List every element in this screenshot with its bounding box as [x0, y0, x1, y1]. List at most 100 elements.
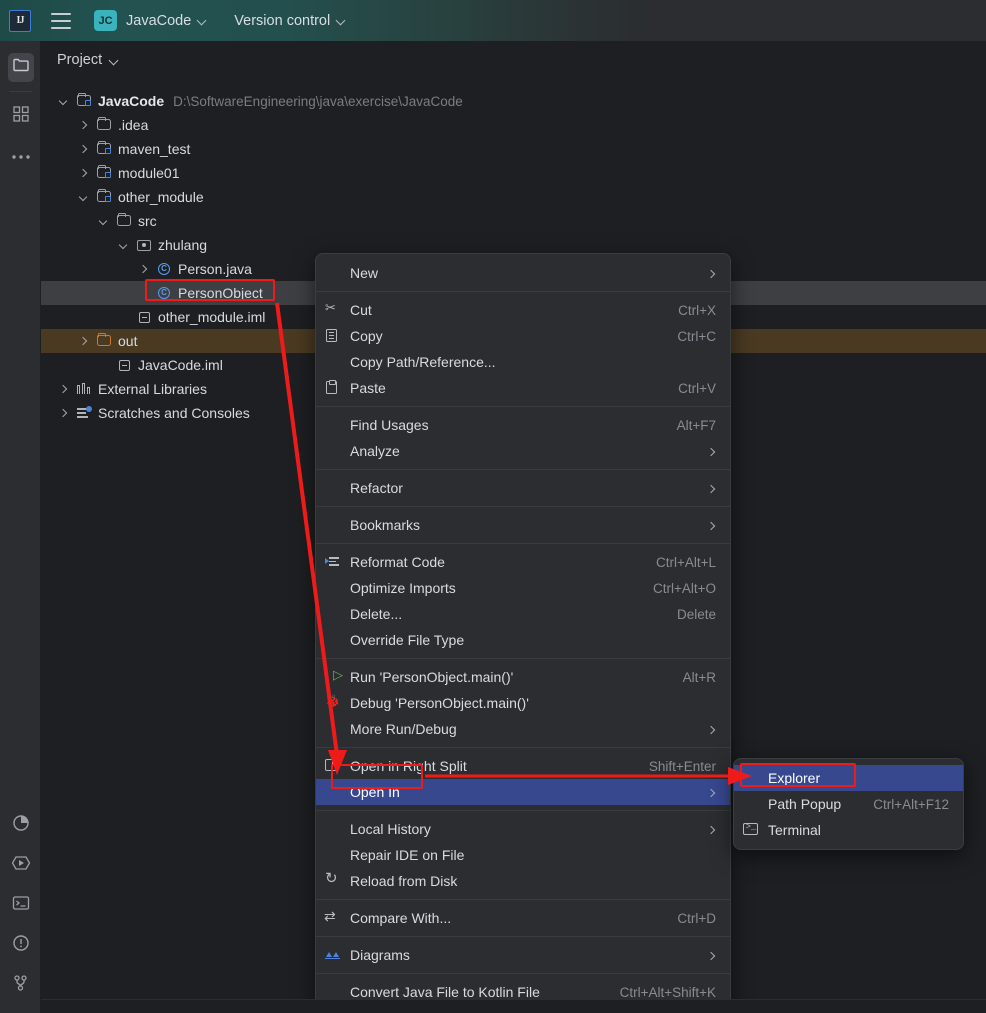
menu-item-label: Debug 'PersonObject.main()': [350, 695, 529, 711]
menu-item-more-run-debug[interactable]: More Run/Debug: [316, 716, 730, 742]
branch-icon: [12, 974, 30, 997]
sidebar-item-terminal[interactable]: [0, 885, 41, 925]
tree-row-label: PersonObject: [178, 285, 263, 301]
menu-item-bookmarks[interactable]: Bookmarks: [316, 512, 730, 538]
version-control-dropdown[interactable]: Version control: [234, 13, 346, 29]
project-name-dropdown[interactable]: JavaCode: [126, 13, 207, 29]
menu-item-shortcut: Alt+R: [682, 669, 716, 685]
tree-row-label: External Libraries: [98, 381, 207, 397]
menu-item-shortcut: Ctrl+Alt+Shift+K: [619, 984, 716, 1000]
menu-item-path-popup[interactable]: Path Popup Ctrl+Alt+F12: [734, 791, 963, 817]
tree-expand-arrow[interactable]: [97, 215, 110, 228]
tree-expand-arrow[interactable]: [77, 167, 90, 180]
menu-item-label: Compare With...: [350, 910, 452, 926]
menu-item-refactor[interactable]: Refactor: [316, 475, 730, 501]
menu-icon-none: [316, 604, 350, 624]
main-toolbar: IJ JC JavaCode Version control: [0, 0, 986, 41]
menu-item-open-in-right-split[interactable]: Open in Right Split Shift+Enter: [316, 753, 730, 779]
menu-icon-none: [316, 415, 350, 435]
tree-expand-arrow[interactable]: [77, 335, 90, 348]
panel-title-label: Project: [57, 52, 103, 68]
menu-item-optimize-imports[interactable]: Optimize Imports Ctrl+Alt+O: [316, 575, 730, 601]
module-folder-icon: [96, 140, 113, 157]
version-control-label: Version control: [234, 12, 331, 29]
menu-icon-none: [316, 578, 350, 598]
sidebar-item-project[interactable]: [0, 47, 41, 87]
terminal-icon: [12, 895, 30, 916]
tree-expand-arrow[interactable]: [57, 407, 70, 420]
sidebar-item-commit[interactable]: [0, 96, 41, 136]
chevron-down-icon: [198, 16, 207, 25]
sidebar-item-profiler[interactable]: [0, 805, 41, 845]
menu-item-debug-personobject-main[interactable]: Debug 'PersonObject.main()': [316, 690, 730, 716]
menu-item-label: Bookmarks: [350, 517, 421, 533]
tree-row-src[interactable]: src: [41, 209, 986, 233]
menu-item-shortcut: Ctrl+V: [678, 380, 716, 396]
menu-item-analyze[interactable]: Analyze: [316, 438, 730, 464]
sidebar-item-more[interactable]: [0, 136, 41, 176]
menu-item-delete[interactable]: Delete... Delete: [316, 601, 730, 627]
tree-row-other-module[interactable]: other_module: [41, 185, 986, 209]
menu-item-open-in[interactable]: Open In: [316, 779, 730, 805]
diagram-icon: [316, 945, 350, 965]
open-in-submenu[interactable]: Explorer Path Popup Ctrl+Alt+F12 Terminal: [733, 758, 964, 850]
run-icon: [316, 667, 350, 687]
tree-expand-arrow[interactable]: [77, 191, 90, 204]
menu-item-local-history[interactable]: Local History: [316, 816, 730, 842]
menu-item-label: Copy: [350, 328, 383, 344]
tree-arrow-spacer: [117, 311, 130, 324]
menu-item-find-usages[interactable]: Find Usages Alt+F7: [316, 412, 730, 438]
menu-item-compare-with[interactable]: Compare With... Ctrl+D: [316, 905, 730, 931]
menu-item-paste[interactable]: Paste Ctrl+V: [316, 375, 730, 401]
tree-expand-arrow[interactable]: [137, 263, 150, 276]
menu-item-run-personobject-main[interactable]: Run 'PersonObject.main()' Alt+R: [316, 664, 730, 690]
intellij-idea-logo-icon[interactable]: IJ: [9, 9, 31, 32]
menu-item-new[interactable]: New: [316, 260, 730, 286]
context-menu[interactable]: New Cut Ctrl+X Copy Ctrl+C Copy Path/Referenc…: [315, 253, 731, 1013]
menu-icon-none: [316, 719, 350, 739]
tree-expand-arrow[interactable]: [77, 119, 90, 132]
menu-item-copy-path-reference[interactable]: Copy Path/Reference...: [316, 349, 730, 375]
menu-item-copy[interactable]: Copy Ctrl+C: [316, 323, 730, 349]
excluded-folder-icon: [96, 332, 113, 349]
tree-row-idea[interactable]: .idea: [41, 113, 986, 137]
tree-expand-arrow[interactable]: [77, 143, 90, 156]
project-path-label: D:\SoftwareEngineering\java\exercise\Jav…: [173, 93, 463, 109]
project-panel-header[interactable]: Project: [57, 52, 119, 68]
source-package-icon: [136, 237, 153, 253]
project-badge: JC: [94, 10, 117, 31]
menu-item-label: Run 'PersonObject.main()': [350, 669, 514, 685]
run-play-icon: [11, 854, 31, 877]
sidebar-item-problems[interactable]: [0, 925, 41, 965]
menu-separator: [316, 658, 730, 659]
tree-row-javacode[interactable]: JavaCode D:\SoftwareEngineering\java\exer…: [41, 89, 986, 113]
tree-expand-arrow[interactable]: [57, 95, 70, 108]
menu-item-label: Reload from Disk: [350, 873, 458, 889]
sidebar-item-run[interactable]: [0, 845, 41, 885]
iml-file-icon: [116, 357, 133, 373]
tree-row-module01[interactable]: module01: [41, 161, 986, 185]
rail-divider: [8, 91, 32, 92]
iml-file-icon: [136, 309, 153, 325]
menu-item-explorer[interactable]: Explorer: [734, 765, 963, 791]
menu-item-label: Terminal: [768, 822, 821, 838]
chevron-down-icon: [337, 16, 346, 25]
menu-item-reload-from-disk[interactable]: Reload from Disk: [316, 868, 730, 894]
tree-row-maven-test[interactable]: maven_test: [41, 137, 986, 161]
hamburger-menu-icon[interactable]: [51, 12, 71, 29]
tree-expand-arrow[interactable]: [57, 383, 70, 396]
menu-item-override-file-type[interactable]: Override File Type: [316, 627, 730, 653]
menu-item-terminal[interactable]: Terminal: [734, 817, 963, 843]
menu-item-diagrams[interactable]: Diagrams: [316, 942, 730, 968]
menu-item-repair-ide-on-file[interactable]: Repair IDE on File: [316, 842, 730, 868]
tree-expand-arrow[interactable]: [117, 239, 130, 252]
tree-arrow-spacer: [137, 287, 150, 300]
menu-item-label: Refactor: [350, 480, 403, 496]
sidebar-item-version-control[interactable]: [0, 965, 41, 1005]
menu-item-cut[interactable]: Cut Ctrl+X: [316, 297, 730, 323]
menu-item-label: Local History: [350, 821, 431, 837]
menu-item-label: New: [350, 265, 379, 281]
menu-item-label: Repair IDE on File: [350, 847, 465, 863]
java-class-icon: C: [156, 261, 173, 277]
menu-item-reformat-code[interactable]: Reformat Code Ctrl+Alt+L: [316, 549, 730, 575]
